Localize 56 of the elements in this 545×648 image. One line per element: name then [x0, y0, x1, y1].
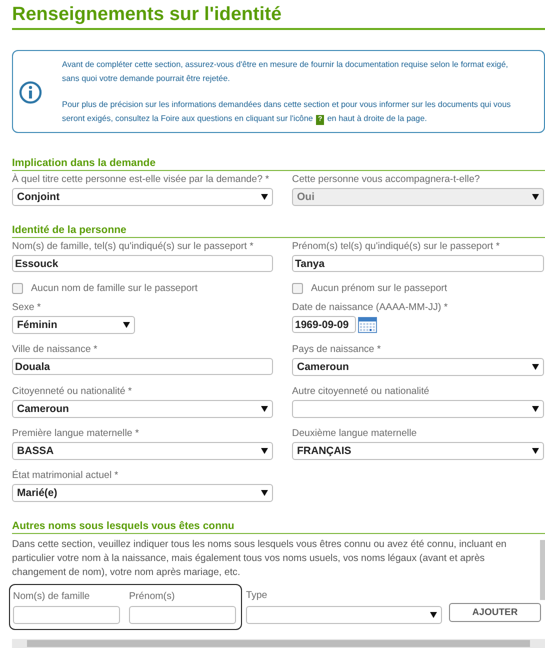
section-heading: Implication dans la demande	[12, 157, 545, 171]
field-label: À quel titre cette personne est-elle visée par la demande? *	[12, 174, 270, 186]
calendar-icon[interactable]	[358, 316, 377, 332]
field-label: Date de naissance (AAAA-MM-JJ) *	[292, 302, 449, 314]
dropdown[interactable]	[292, 400, 544, 418]
notice-paragraph: Avant de compléter cette section, assurez-vous d'être en mesure de fournir la documentation requise selon le format exigé, sans quoi votre demande pourrait être rejetée.	[62, 59, 510, 85]
caret-icon	[261, 194, 268, 200]
section-heading: Autres noms sous lesquels vous êtes connu	[12, 520, 545, 534]
input-field[interactable]: Douala	[12, 358, 273, 375]
page-title: Renseignements sur l'identité	[12, 0, 545, 30]
info-icon	[19, 80, 42, 104]
input-field[interactable]: Essouck	[12, 255, 273, 272]
scrollbar[interactable]	[12, 639, 545, 648]
checkbox-label[interactable]: Aucun nom de famille sur le passeport	[12, 283, 273, 294]
section-description: Dans cette section, veuillez indiquer tous les noms sous lesquels vous êtres connu ou avez été connu, incluant en particulier votre nom à la naissance, mais également tous vos noms usuels, vos noms légaux (avant et après changement de nom), votre nom après mariage, etc.	[12, 538, 508, 580]
caret-icon	[261, 406, 268, 412]
field-label: Première langue maternelle *	[12, 428, 140, 440]
field-label: Prénom(s) tel(s) qu'indiqué(s) sur le passeport *	[292, 241, 501, 253]
field-label: Nom(s) de famille	[13, 591, 91, 603]
field-label: Cette personne vous accompagnera-t-elle?	[292, 174, 481, 186]
field-label: Nom(s) de famille, tel(s) qu'indiqué(s) sur le passeport *	[12, 241, 254, 253]
dropdown[interactable]: Féminin	[12, 316, 135, 334]
caret-icon	[430, 612, 437, 618]
field-label: Autre citoyenneté ou nationalité	[292, 386, 430, 398]
input-field[interactable]	[13, 606, 120, 624]
dropdown[interactable]: BASSA	[12, 442, 273, 460]
checkbox[interactable]	[12, 283, 23, 294]
caret-icon	[532, 194, 539, 200]
field-label: Prénom(s)	[129, 591, 176, 603]
dropdown[interactable]	[246, 606, 442, 624]
input-field[interactable]: Tanya	[292, 255, 544, 272]
checkbox[interactable]	[292, 283, 303, 294]
input-field[interactable]	[129, 606, 236, 624]
field-label: Type	[246, 590, 268, 602]
dropdown[interactable]: Marié(e)	[12, 484, 273, 502]
field-label: Pays de naissance *	[292, 344, 382, 356]
checkbox-label[interactable]: Aucun prénom sur le passeport	[292, 283, 544, 294]
add-button[interactable]: AJOUTER	[449, 603, 541, 622]
caret-icon	[532, 448, 539, 454]
scrollbar[interactable]	[540, 540, 545, 600]
caret-icon	[261, 490, 268, 496]
field-label: Sexe *	[12, 302, 42, 314]
dropdown[interactable]: Cameroun	[12, 400, 273, 418]
section-heading: Identité de la personne	[12, 224, 545, 238]
dropdown[interactable]: Conjoint	[12, 188, 273, 206]
field-label: Citoyenneté ou nationalité *	[12, 386, 133, 398]
caret-icon	[532, 406, 539, 412]
dropdown[interactable]: FRANÇAIS	[292, 442, 544, 460]
field-label: État matrimonial actuel *	[12, 470, 120, 482]
date-field[interactable]: 1969-09-09	[292, 316, 356, 333]
field-label: Deuxième langue maternelle	[292, 428, 418, 440]
field-label: Ville de naissance *	[12, 344, 98, 356]
dropdown[interactable]: Cameroun	[292, 358, 544, 376]
caret-icon	[123, 322, 130, 328]
caret-icon	[261, 448, 268, 454]
caret-icon	[532, 364, 539, 370]
